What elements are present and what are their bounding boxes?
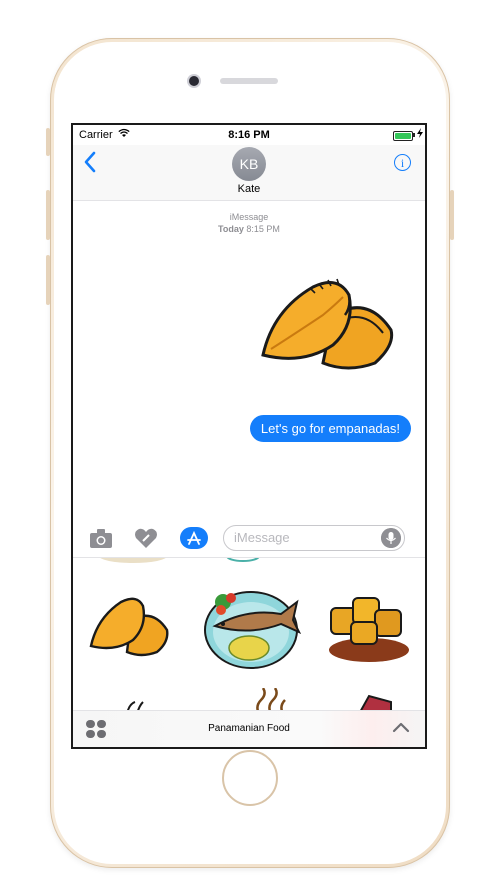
sent-message-bubble[interactable]: Let's go for empanadas! (249, 415, 411, 442)
screen: Carrier 8:16 PM KB Kate i iMessage Today… (71, 123, 427, 749)
battery-icon (393, 131, 413, 141)
front-camera (189, 76, 199, 86)
timestamp-time: 8:15 PM (246, 224, 280, 234)
service-label: iMessage (229, 212, 269, 222)
empanadas-sticker[interactable] (87, 594, 173, 660)
cropped-sticker-top-left[interactable] (93, 557, 173, 566)
charging-icon (417, 128, 423, 138)
timestamp-line: Today 8:15 PM (73, 223, 425, 235)
conversation-header: KB Kate i (73, 145, 425, 201)
sticker-pack-title: Panamanian Food (208, 723, 290, 734)
info-icon[interactable]: i (394, 154, 411, 171)
earpiece-speaker (220, 78, 278, 84)
microphone-icon[interactable] (381, 528, 401, 548)
chevron-up-icon[interactable] (391, 718, 411, 738)
camera-icon[interactable] (89, 527, 113, 549)
message-input[interactable] (223, 525, 405, 551)
fried-plantain-sticker[interactable] (323, 586, 413, 666)
message-timestamp: iMessage Today 8:15 PM (73, 211, 425, 235)
timestamp-day: Today (218, 224, 244, 234)
empanadas-sticker[interactable] (253, 275, 401, 375)
contact-avatar[interactable]: KB (232, 147, 266, 181)
sticker-drawer (73, 557, 425, 713)
app-store-icon[interactable] (180, 527, 208, 549)
battery-tip (413, 133, 415, 137)
chevron-left-icon[interactable] (83, 151, 97, 173)
input-bar (73, 523, 425, 557)
app-tray: Panamanian Food (73, 710, 425, 747)
digital-touch-icon[interactable] (134, 527, 158, 549)
message-text-field[interactable] (224, 526, 384, 549)
home-button[interactable] (222, 750, 278, 806)
status-bar: Carrier 8:16 PM (73, 125, 425, 145)
contact-name[interactable]: Kate (73, 183, 425, 195)
power-button (450, 190, 454, 240)
cropped-sticker-top-center[interactable] (223, 557, 263, 564)
status-time: 8:16 PM (228, 129, 270, 141)
volume-down-button (46, 255, 50, 305)
fish-plate-sticker[interactable] (201, 580, 301, 670)
volume-up-button (46, 190, 50, 240)
mute-switch (46, 128, 50, 156)
